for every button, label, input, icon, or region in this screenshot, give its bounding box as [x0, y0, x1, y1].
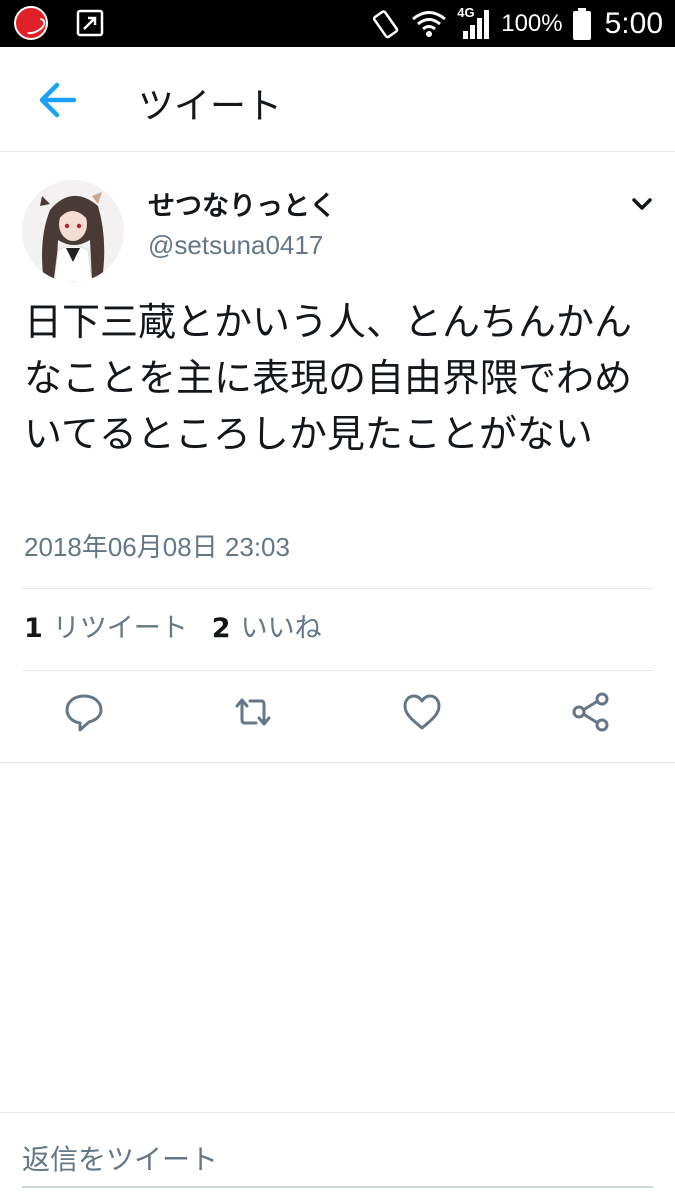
tweet-action-bar	[0, 690, 675, 744]
like-label: いいね	[240, 613, 322, 644]
retweets-stat[interactable]: 1 リツイート	[24, 606, 188, 645]
like-heart-icon[interactable]	[400, 690, 444, 734]
reply-bar-top-border	[0, 1112, 675, 1113]
screen-cast-icon	[76, 9, 104, 37]
clock: 5:00	[604, 6, 663, 40]
retweet-count: 1	[24, 613, 43, 644]
author-handle[interactable]: @setsuna0417	[148, 230, 323, 261]
section-divider	[0, 762, 675, 763]
tweet-stats: 1 リツイート 2 いいね	[24, 606, 322, 645]
reply-tweet-input[interactable]: 返信をツイート	[22, 1138, 218, 1178]
retweet-icon[interactable]	[231, 690, 275, 734]
battery-icon	[572, 7, 591, 40]
share-icon[interactable]	[569, 690, 613, 734]
avatar[interactable]	[22, 180, 124, 282]
rotate-icon	[373, 9, 399, 38]
status-bar-left	[14, 6, 104, 40]
page-title: ツイート	[138, 86, 283, 127]
reply-icon[interactable]	[62, 690, 106, 734]
retweet-label: リツイート	[52, 613, 188, 644]
divider	[22, 670, 653, 671]
security-app-icon	[14, 6, 48, 40]
back-arrow-icon[interactable]	[28, 77, 84, 123]
signal-bars-icon	[463, 9, 490, 39]
avatar-image	[22, 180, 124, 282]
status-bar-right: 4G 100% 5:00	[371, 0, 663, 47]
reply-input-underline	[22, 1186, 653, 1188]
author-display-name[interactable]: せつなりっとく	[148, 184, 336, 223]
likes-stat[interactable]: 2 いいね	[212, 606, 322, 645]
chevron-down-icon[interactable]	[624, 190, 660, 218]
tweet-detail-screen: 4G 100% 5:00 ツイート せつなりっとく @setsuna0417 日…	[0, 0, 675, 1200]
divider	[22, 588, 653, 589]
app-header: ツイート	[0, 47, 675, 152]
tweet-timestamp: 2018年06月08日 23:03	[24, 532, 290, 562]
wifi-icon	[412, 10, 447, 37]
status-bar: 4G 100% 5:00	[0, 0, 675, 47]
battery-percentage: 100%	[501, 9, 563, 37]
like-count: 2	[211, 613, 231, 644]
tweet-text: 日下三蔵とかいう人、とんちんかんなことを主に表現の自由界隈でわめいてるところしか…	[24, 300, 633, 456]
cellular-signal: 4G	[457, 5, 491, 41]
